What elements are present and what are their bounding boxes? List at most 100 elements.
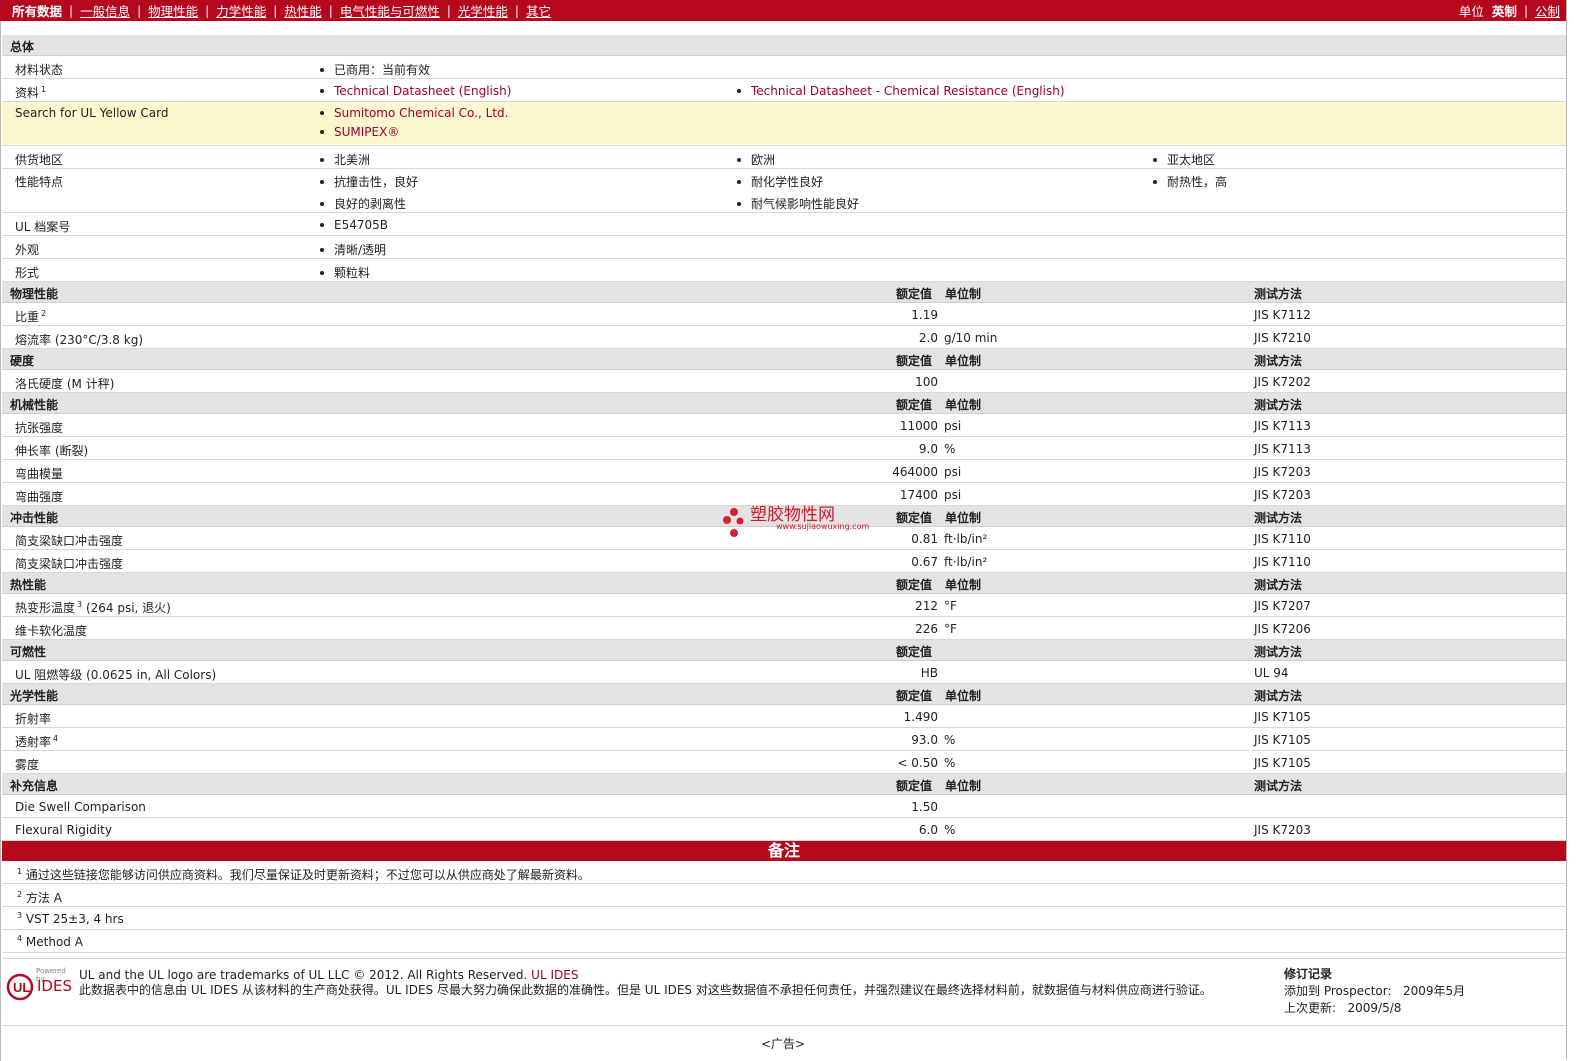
bullet-icon	[737, 179, 741, 184]
prop-value: 226	[915, 622, 938, 636]
unit-separator: |	[1523, 3, 1528, 18]
header-value: 额定值	[896, 398, 933, 412]
nav-other[interactable]: 其它	[526, 1, 551, 20]
row-ul-yellow-card: Search for UL Yellow Card Sumitomo Chemi…	[2, 102, 1566, 146]
ul-ides-link[interactable]: UL IDES	[531, 968, 578, 982]
ul-card-link-supplier[interactable]: Sumitomo Chemical Co., Ltd.	[320, 106, 508, 120]
bullet-icon	[320, 157, 324, 162]
prop-value: < 0.50	[897, 756, 938, 770]
row-label: 资料 1	[15, 85, 47, 101]
header-unit: 单位制	[945, 287, 982, 301]
bullet-icon	[320, 270, 324, 275]
prop-method: JIS K7110	[1254, 532, 1311, 546]
prop-label: 雾度	[15, 758, 40, 772]
footer: UL Powered by IDES UL and the UL logo ar…	[2, 958, 1566, 1026]
nav-mechanical[interactable]: 力学性能	[216, 1, 266, 20]
prop-method: JIS K7203	[1254, 488, 1311, 502]
prop-method: JIS K7105	[1254, 756, 1311, 770]
header-value: 额定值	[896, 779, 933, 793]
prop-value: 0.67	[911, 555, 938, 569]
feature-item: 良好的剥离性	[320, 195, 418, 212]
row-label: 材料状态	[15, 63, 64, 77]
remark-note: 2 方法 A	[2, 884, 1566, 907]
prop-row: UL 阻燃等级 (0.0625 in, All Colors) HB UL 94	[2, 661, 1566, 684]
prop-method: JIS K7110	[1254, 555, 1311, 569]
prop-value: 6.0	[918, 823, 938, 837]
prop-unit: g/10 min	[944, 331, 998, 345]
prop-unit: psi	[944, 419, 962, 433]
revision-updated-label: 上次更新:	[1284, 1001, 1337, 1015]
header-value: 额定值	[896, 689, 933, 703]
prop-unit: °F	[944, 622, 957, 636]
doc-link-technical[interactable]: Technical Datasheet (English)	[320, 84, 511, 98]
prop-row: 熔流率 (230°C/3.8 kg) 2.0 g/10 min JIS K721…	[2, 326, 1566, 349]
nav-optical[interactable]: 光学性能	[458, 1, 508, 20]
nav-separator: |	[514, 3, 519, 18]
ul-card-link-product[interactable]: SUMIPEX®	[320, 125, 508, 139]
section-physical: 物理性能 额定值 单位制 测试方法	[2, 282, 1566, 303]
prop-value: 100	[915, 375, 938, 389]
ul-file-value: E54705B	[320, 218, 388, 232]
disclaimer-text: 此数据表中的信息由 UL IDES 从该材料的生产商处获得。UL IDES 尽最…	[79, 983, 1212, 997]
nav-general-info[interactable]: 一般信息	[80, 1, 130, 20]
nav-separator: |	[273, 3, 278, 18]
section-mechanical: 机械性能 额定值 单位制 测试方法	[2, 393, 1566, 414]
region-item: 亚太地区	[1153, 151, 1215, 168]
prop-value: 17400	[899, 488, 938, 502]
prop-method: UL 94	[1254, 666, 1289, 680]
unit-metric-link[interactable]: 公制	[1535, 1, 1560, 20]
right-border	[1566, 0, 1567, 1060]
prop-row: 简支梁缺口冲击强度 0.67 ft·lb/in² JIS K7110	[2, 550, 1566, 573]
prop-method: JIS K7203	[1254, 465, 1311, 479]
header-unit: 单位制	[945, 511, 982, 525]
prop-value: 2.0	[918, 331, 938, 345]
left-border	[0, 21, 1, 1061]
row-label: 形式	[15, 266, 40, 280]
prop-method: JIS K7105	[1254, 733, 1311, 747]
nav-all-data[interactable]: 所有数据	[12, 1, 62, 20]
remark-note: 4 Method A	[2, 930, 1566, 953]
ad-placeholder: <广告>	[760, 1037, 806, 1051]
prop-label: 简支梁缺口冲击强度	[15, 557, 124, 571]
nav-thermal[interactable]: 热性能	[284, 1, 322, 20]
bullet-icon	[320, 222, 324, 227]
form-value: 颗粒料	[320, 264, 370, 281]
prop-method: JIS K7210	[1254, 331, 1311, 345]
nav-separator: |	[446, 3, 451, 18]
prop-row: 折射率 1.490 JIS K7105	[2, 705, 1566, 728]
section-general: 总体	[2, 35, 1566, 56]
doc-link-chemical[interactable]: Technical Datasheet - Chemical Resistanc…	[737, 84, 1065, 98]
prop-unit: ft·lb/in²	[944, 555, 988, 569]
row-documents: 资料 1 Technical Datasheet (English) Techni…	[2, 79, 1566, 102]
prop-unit: %	[944, 442, 956, 456]
prop-method: JIS K7207	[1254, 599, 1311, 613]
prop-row: 伸长率 (断裂) 9.0 % JIS K7113	[2, 437, 1566, 460]
prop-label: 弯曲强度	[15, 490, 64, 504]
prop-unit: %	[944, 733, 956, 747]
bullet-icon	[320, 129, 324, 134]
prop-label: UL 阻燃等级 (0.0625 in, All Colors)	[15, 668, 217, 682]
remark-note: 3 VST 25±3, 4 hrs	[2, 907, 1566, 930]
row-label: 性能特点	[15, 175, 64, 189]
nav-separator: |	[205, 3, 210, 18]
header-method: 测试方法	[1254, 779, 1303, 793]
section-title: 热性能	[10, 578, 47, 592]
header-method: 测试方法	[1254, 511, 1303, 525]
header-method: 测试方法	[1254, 354, 1303, 368]
feature-col-1: 抗撞击性，良好 良好的剥离性	[320, 173, 418, 212]
unit-imperial: 英制	[1491, 4, 1517, 19]
section-title: 补充信息	[10, 779, 59, 793]
prop-unit: ft·lb/in²	[944, 532, 988, 546]
prop-unit: psi	[944, 465, 962, 479]
section-title: 光学性能	[10, 689, 59, 703]
prop-value: 1.490	[903, 710, 938, 724]
prop-row: 维卡软化温度 226 °F JIS K7206	[2, 617, 1566, 640]
header-unit: 单位制	[945, 398, 982, 412]
nav-electrical[interactable]: 电气性能与可燃性	[340, 1, 440, 20]
header-unit: 单位制	[945, 578, 982, 592]
header-method: 测试方法	[1254, 398, 1303, 412]
nav-physical[interactable]: 物理性能	[148, 1, 198, 20]
prop-row: 抗张强度 11000 psi JIS K7113	[2, 414, 1566, 437]
ul-ides-logo: UL Powered by IDES	[6, 967, 76, 1004]
region-item: 北美洲	[320, 151, 370, 168]
